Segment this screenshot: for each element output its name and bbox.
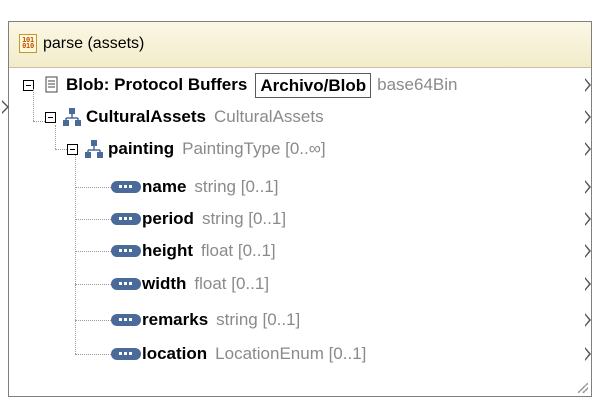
output-connector-root[interactable]	[585, 78, 591, 92]
file-icon	[45, 76, 58, 93]
node-label: width	[142, 274, 187, 293]
simple-element-icon	[111, 181, 141, 193]
simple-element-icon	[111, 213, 141, 225]
component-title-bar[interactable]: 101 010 parse (assets)	[9, 22, 591, 68]
node-type: PaintingType [0..∞]	[182, 139, 326, 158]
tree-node-name[interactable]: name string [0..1]	[111, 173, 279, 201]
node-label: name	[142, 177, 187, 196]
tree-node-period[interactable]: period string [0..1]	[111, 205, 286, 233]
component-title: parse (assets)	[43, 35, 145, 52]
node-type: CulturalAssets	[213, 107, 324, 126]
tree-line	[75, 284, 111, 285]
node-label: remarks	[142, 310, 209, 329]
output-connector[interactable]	[585, 180, 591, 194]
output-connector[interactable]	[585, 212, 591, 226]
root-label: Blob: Protocol Buffers	[66, 75, 248, 94]
node-label: period	[142, 209, 194, 228]
tree-node-width[interactable]: width float [0..1]	[111, 270, 269, 298]
tree-line	[75, 354, 111, 355]
node-type: float [0..1]	[201, 241, 276, 260]
collapse-toggle-icon[interactable]	[45, 111, 56, 123]
simple-element-icon	[111, 278, 141, 290]
tree-line	[75, 251, 111, 252]
tree-node-painting[interactable]: painting PaintingType [0..∞]	[67, 135, 326, 163]
output-connector[interactable]	[585, 277, 591, 291]
output-connector[interactable]	[585, 347, 591, 361]
tree-node-culturalassets[interactable]: CulturalAssets CulturalAssets	[45, 103, 324, 131]
binary-data-icon: 101 010	[19, 34, 37, 53]
tree-line	[75, 154, 76, 354]
node-label: location	[142, 344, 208, 363]
node-type: string [0..1]	[216, 310, 301, 329]
simple-element-icon	[111, 245, 141, 257]
encoding-label: base64Bin	[377, 75, 458, 94]
file-blob-button[interactable]: Archivo/Blob	[255, 72, 372, 98]
node-label: painting	[108, 139, 175, 158]
node-label: CulturalAssets	[86, 107, 206, 126]
output-connector[interactable]	[585, 110, 591, 124]
tree-line	[33, 89, 34, 121]
node-type: string [0..1]	[201, 209, 287, 228]
tree-line	[75, 219, 111, 220]
tree-node-remarks[interactable]: remarks string [0..1]	[111, 306, 300, 334]
tree-line	[75, 187, 111, 188]
simple-element-icon	[111, 314, 141, 326]
complex-element-icon	[63, 108, 81, 126]
node-type: LocationEnum [0..1]	[215, 344, 367, 363]
complex-element-icon	[85, 140, 103, 158]
resize-grip-icon[interactable]	[578, 383, 588, 393]
input-connector[interactable]	[2, 100, 10, 114]
output-connector[interactable]	[585, 142, 591, 156]
node-label: height	[142, 241, 193, 260]
root-row[interactable]: Blob: Protocol Buffers Archivo/Blob base…	[23, 71, 457, 99]
collapse-toggle-icon[interactable]	[67, 143, 78, 155]
simple-element-icon	[111, 348, 141, 360]
tree-line	[75, 320, 111, 321]
tree-node-location[interactable]: location LocationEnum [0..1]	[111, 340, 366, 368]
node-type: string [0..1]	[194, 177, 279, 196]
tree-node-height[interactable]: height float [0..1]	[111, 237, 276, 265]
output-connector[interactable]	[585, 313, 591, 327]
output-connector[interactable]	[585, 244, 591, 258]
mapping-component[interactable]: 101 010 parse (assets) Blob: Protocol Buf…	[2, 21, 592, 397]
node-type: float [0..1]	[194, 274, 270, 293]
